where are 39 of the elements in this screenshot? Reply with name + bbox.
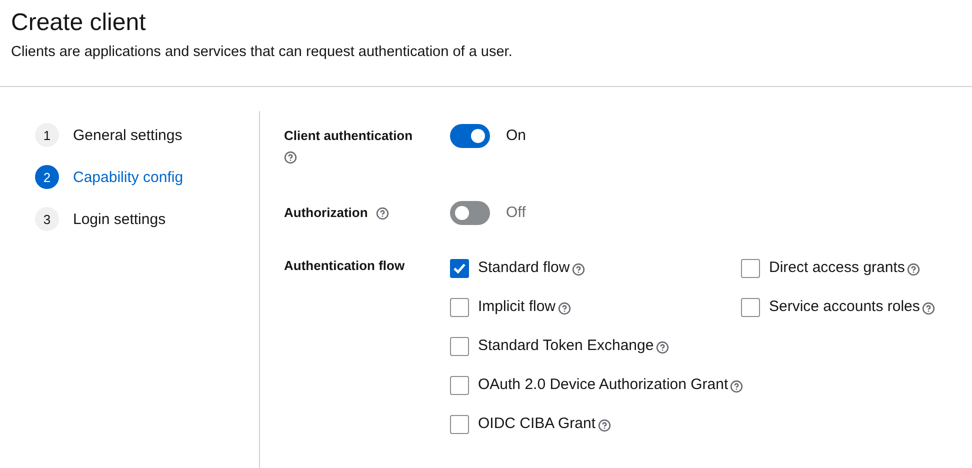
step-link[interactable]: Login settings bbox=[73, 210, 166, 228]
toggle-switch[interactable] bbox=[450, 124, 490, 148]
step-number: 2 bbox=[35, 165, 59, 189]
help-icon[interactable] bbox=[376, 207, 389, 220]
help-icon[interactable] bbox=[922, 302, 935, 315]
checkbox-label[interactable]: OAuth 2.0 Device Authorization Grant bbox=[478, 375, 728, 395]
page-title: Create client bbox=[11, 8, 147, 38]
step-number: 3 bbox=[35, 207, 59, 231]
field-label: Authentication flow bbox=[284, 257, 405, 275]
checkbox[interactable] bbox=[450, 298, 469, 316]
checkbox[interactable] bbox=[450, 258, 469, 278]
switch-state-label: On bbox=[506, 126, 526, 146]
checkbox[interactable] bbox=[450, 336, 469, 356]
field-label: Client authentication bbox=[284, 127, 413, 145]
help-icon[interactable] bbox=[284, 151, 297, 164]
help-icon[interactable] bbox=[598, 419, 611, 432]
checkbox[interactable] bbox=[450, 414, 469, 434]
step-link[interactable]: Capability config bbox=[73, 168, 184, 186]
checkbox-label[interactable]: Direct access grants bbox=[769, 258, 905, 278]
checkbox[interactable] bbox=[741, 298, 760, 316]
help-icon[interactable] bbox=[730, 380, 744, 393]
help-icon[interactable] bbox=[572, 263, 585, 276]
step-number: 1 bbox=[35, 123, 59, 147]
checkbox-label[interactable]: OIDC CIBA Grant bbox=[478, 414, 596, 434]
checkbox-label[interactable]: Service accounts roles bbox=[769, 297, 920, 317]
checkbox[interactable] bbox=[741, 258, 760, 278]
help-icon[interactable] bbox=[558, 302, 571, 315]
field-label: Authorization bbox=[284, 204, 368, 222]
help-icon[interactable] bbox=[656, 341, 669, 354]
toggle-switch[interactable] bbox=[450, 201, 490, 225]
checkbox-label[interactable]: Standard flow bbox=[478, 258, 570, 278]
check-icon bbox=[453, 262, 466, 274]
page-description: Clients are applications and services that can request authentication of a user. bbox=[11, 43, 514, 62]
checkbox[interactable] bbox=[450, 376, 469, 394]
help-icon[interactable] bbox=[906, 263, 920, 276]
checkbox-label[interactable]: Implicit flow bbox=[478, 297, 556, 317]
step-link[interactable]: General settings bbox=[73, 126, 182, 144]
switch-state-label: Off bbox=[506, 203, 526, 223]
checkbox-label[interactable]: Standard Token Exchange bbox=[478, 336, 654, 356]
